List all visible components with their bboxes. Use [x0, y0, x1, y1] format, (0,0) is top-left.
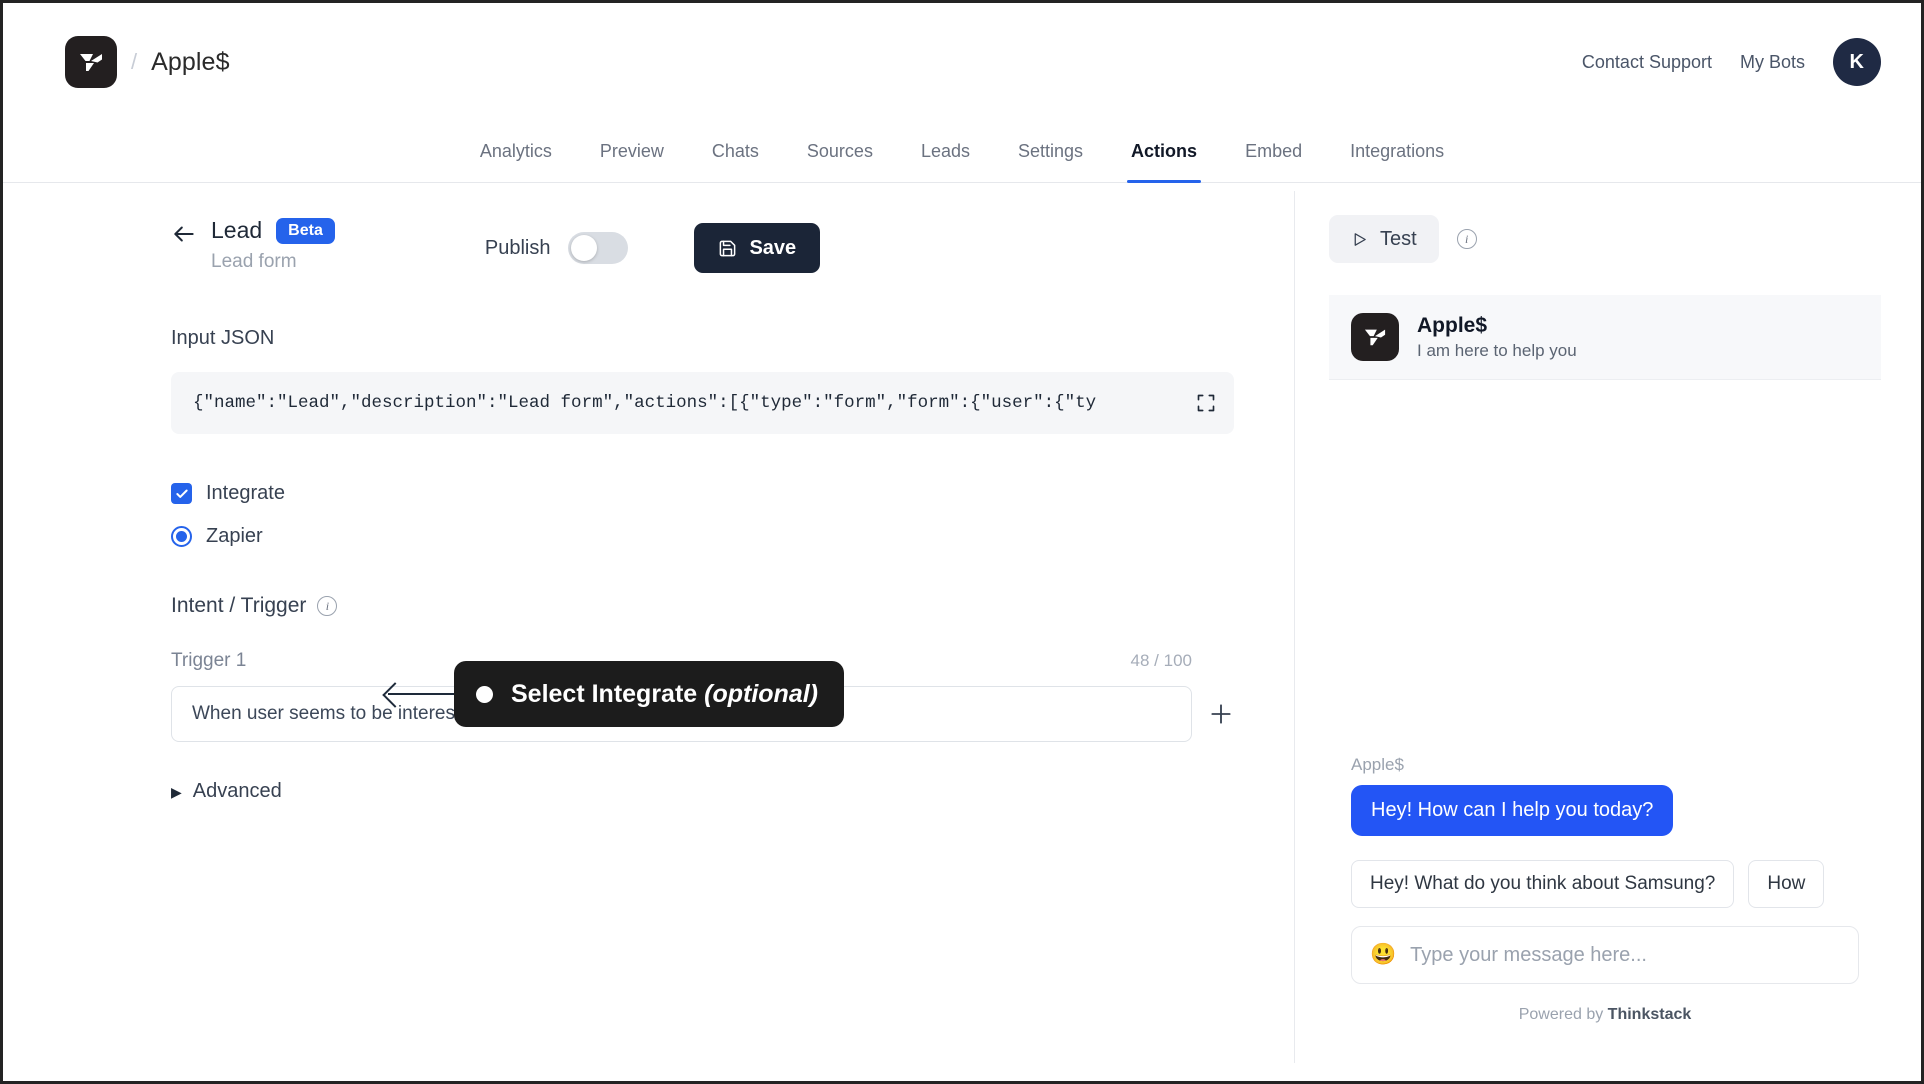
action-title-row: Lead Beta	[211, 217, 335, 244]
zapier-label: Zapier	[206, 525, 263, 548]
save-button[interactable]: Save	[694, 223, 820, 273]
suggestion-chip[interactable]: Hey! What do you think about Samsung?	[1351, 860, 1734, 908]
thinkstack-logo-icon[interactable]	[65, 36, 117, 88]
test-button[interactable]: Test	[1329, 215, 1439, 263]
zapier-option[interactable]: Zapier	[171, 525, 1234, 548]
trigger-name-label: Trigger 1	[171, 650, 246, 672]
top-bar: / Apple$ Contact Support My Bots K	[3, 3, 1921, 121]
publish-toggle[interactable]	[568, 232, 628, 264]
test-info-icon[interactable]: i	[1457, 229, 1477, 249]
tab-settings[interactable]: Settings	[994, 121, 1107, 182]
action-editor-header: Lead Beta Lead form Publish Save	[3, 217, 1294, 291]
advanced-section-toggle[interactable]: ▶ Advanced	[171, 780, 1234, 803]
info-icon[interactable]: i	[317, 596, 337, 616]
chat-bot-avatar-icon	[1351, 313, 1399, 361]
save-button-label: Save	[749, 237, 796, 260]
input-json-label: Input JSON	[171, 327, 1234, 350]
body: Lead Beta Lead form Publish Save	[3, 183, 1921, 1081]
caret-right-icon: ▶	[171, 785, 182, 799]
suggestion-chip[interactable]: How	[1748, 860, 1824, 908]
add-trigger-icon[interactable]	[1208, 701, 1234, 727]
emoji-icon[interactable]: 😃	[1370, 943, 1396, 967]
chat-message-bubble: Hey! How can I help you today?	[1351, 785, 1673, 836]
chat-header: Apple$ I am here to help you	[1329, 295, 1881, 380]
radio-dot	[176, 531, 187, 542]
intent-trigger-label: Intent / Trigger	[171, 594, 306, 618]
my-bots-link[interactable]: My Bots	[1740, 52, 1805, 73]
toggle-knob	[571, 235, 597, 261]
chat-bot-tagline: I am here to help you	[1417, 341, 1577, 361]
publish-control: Publish Save	[485, 223, 820, 273]
expand-icon[interactable]	[1196, 393, 1216, 413]
tab-preview[interactable]: Preview	[576, 121, 688, 182]
breadcrumb-separator: /	[131, 49, 137, 75]
integration-options: Integrate Zapier	[171, 482, 1234, 548]
chat-bot-name: Apple$	[1417, 314, 1577, 338]
integrate-label: Integrate	[206, 482, 285, 505]
chat-preview-widget: Apple$ I am here to help you Apple$ Hey!…	[1329, 295, 1881, 1035]
chat-header-text: Apple$ I am here to help you	[1417, 314, 1577, 361]
back-arrow-icon[interactable]	[171, 221, 197, 247]
top-bar-actions: Contact Support My Bots K	[1582, 38, 1881, 86]
chat-suggestions: Hey! What do you think about Samsung? Ho…	[1329, 860, 1881, 908]
trigger-char-counter: 48 / 100	[1131, 651, 1192, 671]
tab-leads[interactable]: Leads	[897, 121, 994, 182]
callout-text-main: Select Integrate	[511, 680, 704, 708]
breadcrumb-bot-name: Apple$	[151, 48, 229, 77]
avatar[interactable]: K	[1833, 38, 1881, 86]
callout-bubble: Select Integrate (optional)	[454, 661, 844, 727]
zapier-radio[interactable]	[171, 526, 192, 547]
integrate-option[interactable]: Integrate	[171, 482, 1234, 505]
tab-actions[interactable]: Actions	[1107, 121, 1221, 182]
integrate-checkbox[interactable]	[171, 483, 192, 504]
callout-text-emphasis: (optional)	[704, 680, 818, 708]
check-icon	[175, 487, 189, 501]
powered-by-brand: Thinkstack	[1608, 1006, 1692, 1023]
powered-by-footer: Powered by Thinkstack	[1329, 1006, 1881, 1024]
action-titles: Lead Beta Lead form	[211, 217, 335, 273]
publish-label: Publish	[485, 237, 551, 260]
callout-text: Select Integrate (optional)	[511, 680, 818, 709]
action-editor-pane: Lead Beta Lead form Publish Save	[3, 183, 1294, 1081]
chat-message-input[interactable]: 😃 Type your message here...	[1351, 926, 1859, 984]
test-row: Test i	[1329, 215, 1881, 263]
callout-bullet-icon	[476, 686, 493, 703]
page-title: Lead	[211, 217, 262, 244]
play-icon	[1351, 231, 1368, 248]
preview-pane: Test i Apple$ I am here to help	[1295, 183, 1921, 1081]
callout-annotation: Select Integrate (optional)	[388, 661, 844, 727]
contact-support-link[interactable]: Contact Support	[1582, 52, 1712, 73]
tab-chats[interactable]: Chats	[688, 121, 783, 182]
tab-analytics[interactable]: Analytics	[456, 121, 576, 182]
tab-embed[interactable]: Embed	[1221, 121, 1326, 182]
chat-messages: Apple$ Hey! How can I help you today?	[1329, 380, 1881, 860]
breadcrumb: / Apple$	[65, 36, 230, 88]
page-subtitle: Lead form	[211, 251, 335, 273]
intent-trigger-header: Intent / Trigger i	[171, 594, 1234, 618]
tab-sources[interactable]: Sources	[783, 121, 897, 182]
input-json-field[interactable]: {"name":"Lead","description":"Lead form"…	[171, 372, 1234, 434]
save-disk-icon	[718, 239, 737, 258]
callout-pointer-line	[388, 693, 454, 695]
app-window: / Apple$ Contact Support My Bots K Analy…	[0, 0, 1924, 1084]
test-button-label: Test	[1380, 228, 1417, 251]
beta-badge: Beta	[276, 218, 335, 244]
input-json-value: {"name":"Lead","description":"Lead form"…	[193, 393, 1186, 413]
chat-message-author: Apple$	[1351, 755, 1673, 775]
chat-input-placeholder: Type your message here...	[1410, 944, 1647, 967]
advanced-label: Advanced	[193, 780, 282, 803]
main-tabs: Analytics Preview Chats Sources Leads Se…	[3, 121, 1921, 183]
chat-message: Apple$ Hey! How can I help you today?	[1351, 755, 1673, 836]
tab-integrations[interactable]: Integrations	[1326, 121, 1468, 182]
powered-by-prefix: Powered by	[1519, 1006, 1608, 1023]
